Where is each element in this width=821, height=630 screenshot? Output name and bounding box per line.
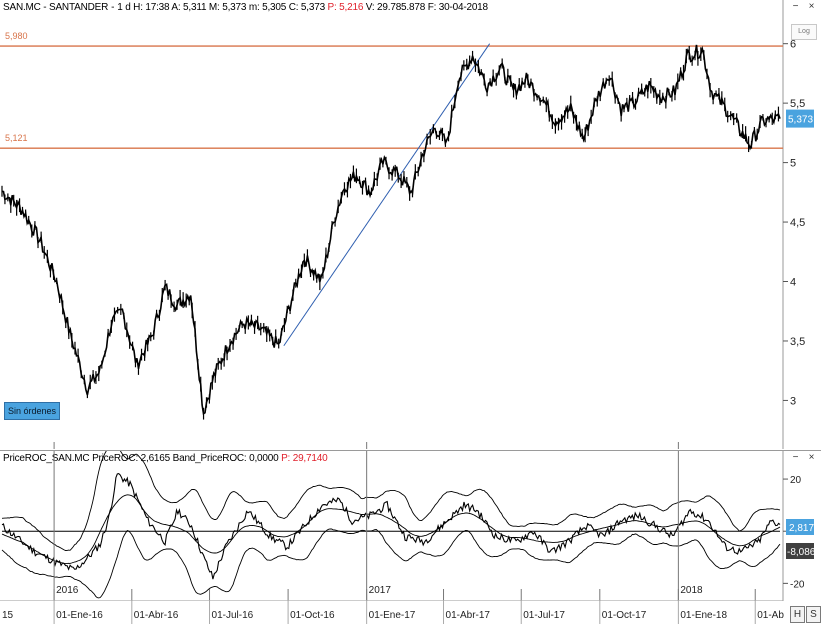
time-tick-label: 15: [2, 610, 14, 621]
time-tick-label: 01-Ene-18: [680, 610, 727, 621]
trendline: [283, 43, 491, 347]
price-y-tick-label: 5: [790, 158, 796, 170]
time-tick-label: 01-Ab: [757, 610, 784, 621]
time-tick-label: 01-Abr-17: [446, 610, 491, 621]
price-y-tick-label: 4: [790, 277, 796, 289]
roc-series-line: [1, 472, 781, 580]
time-tick-label: 01-Abr-16: [134, 610, 179, 621]
s-tool-button[interactable]: S: [806, 606, 821, 623]
time-axis[interactable]: 15 01-Ene-16 01-Abr-16 01-Jul-16 01-Oct-16 01…: [0, 600, 821, 630]
roc-y-tick-label: -20: [790, 579, 805, 590]
roc-y-tick-label: 20: [790, 475, 802, 486]
price-series-line: [1, 44, 781, 415]
time-axis-svg: 15 01-Ene-16 01-Abr-16 01-Jul-16 01-Oct-16 01…: [0, 600, 784, 624]
price-y-tick-label: 4,5: [790, 217, 805, 229]
price-y-tick-label: 3: [790, 395, 796, 407]
last-price-label: 5,373: [788, 115, 813, 126]
price-y-tick-label: 5,5: [790, 98, 805, 110]
horizontal-level-label: 5,121: [5, 133, 28, 143]
roc-lower-band: [1, 528, 781, 599]
year-label: 2016: [56, 585, 79, 596]
h-tool-button[interactable]: H: [790, 606, 805, 623]
time-tick-label: 01-Ene-17: [369, 610, 416, 621]
time-tick-label: 01-Jul-16: [212, 610, 254, 621]
horizontal-level-label: 5,980: [5, 31, 28, 41]
roc-last-label: 2,817: [789, 523, 814, 534]
time-tick-label: 01-Jul-17: [523, 610, 565, 621]
time-tick-label: 01-Oct-17: [602, 610, 647, 621]
price-chart-pane[interactable]: SAN.MC - SANTANDER -1 d H: 17:38 A: 5,311…: [0, 0, 821, 449]
price-chart-svg: 3 3,5 4 4,5 5 5,5 6 5,980 5,121 5,373: [0, 0, 814, 449]
roc-chart-svg: -200202,817-8,086201620172018: [1, 451, 816, 601]
no-orders-badge[interactable]: Sin órdenes: [4, 402, 61, 420]
year-label: 2018: [680, 585, 703, 596]
time-tick-label: 01-Ene-16: [56, 610, 103, 621]
price-y-tick-label: 3,5: [790, 336, 805, 348]
roc-chart-pane[interactable]: PriceROC_SAN.MC PriceROC: 2,6165 Band_Pr…: [0, 450, 821, 601]
roc-band-label: -8,086: [787, 547, 816, 558]
year-label: 2017: [369, 585, 392, 596]
time-tick-label: 01-Oct-16: [290, 610, 335, 621]
price-y-tick-label: 6: [790, 39, 796, 51]
